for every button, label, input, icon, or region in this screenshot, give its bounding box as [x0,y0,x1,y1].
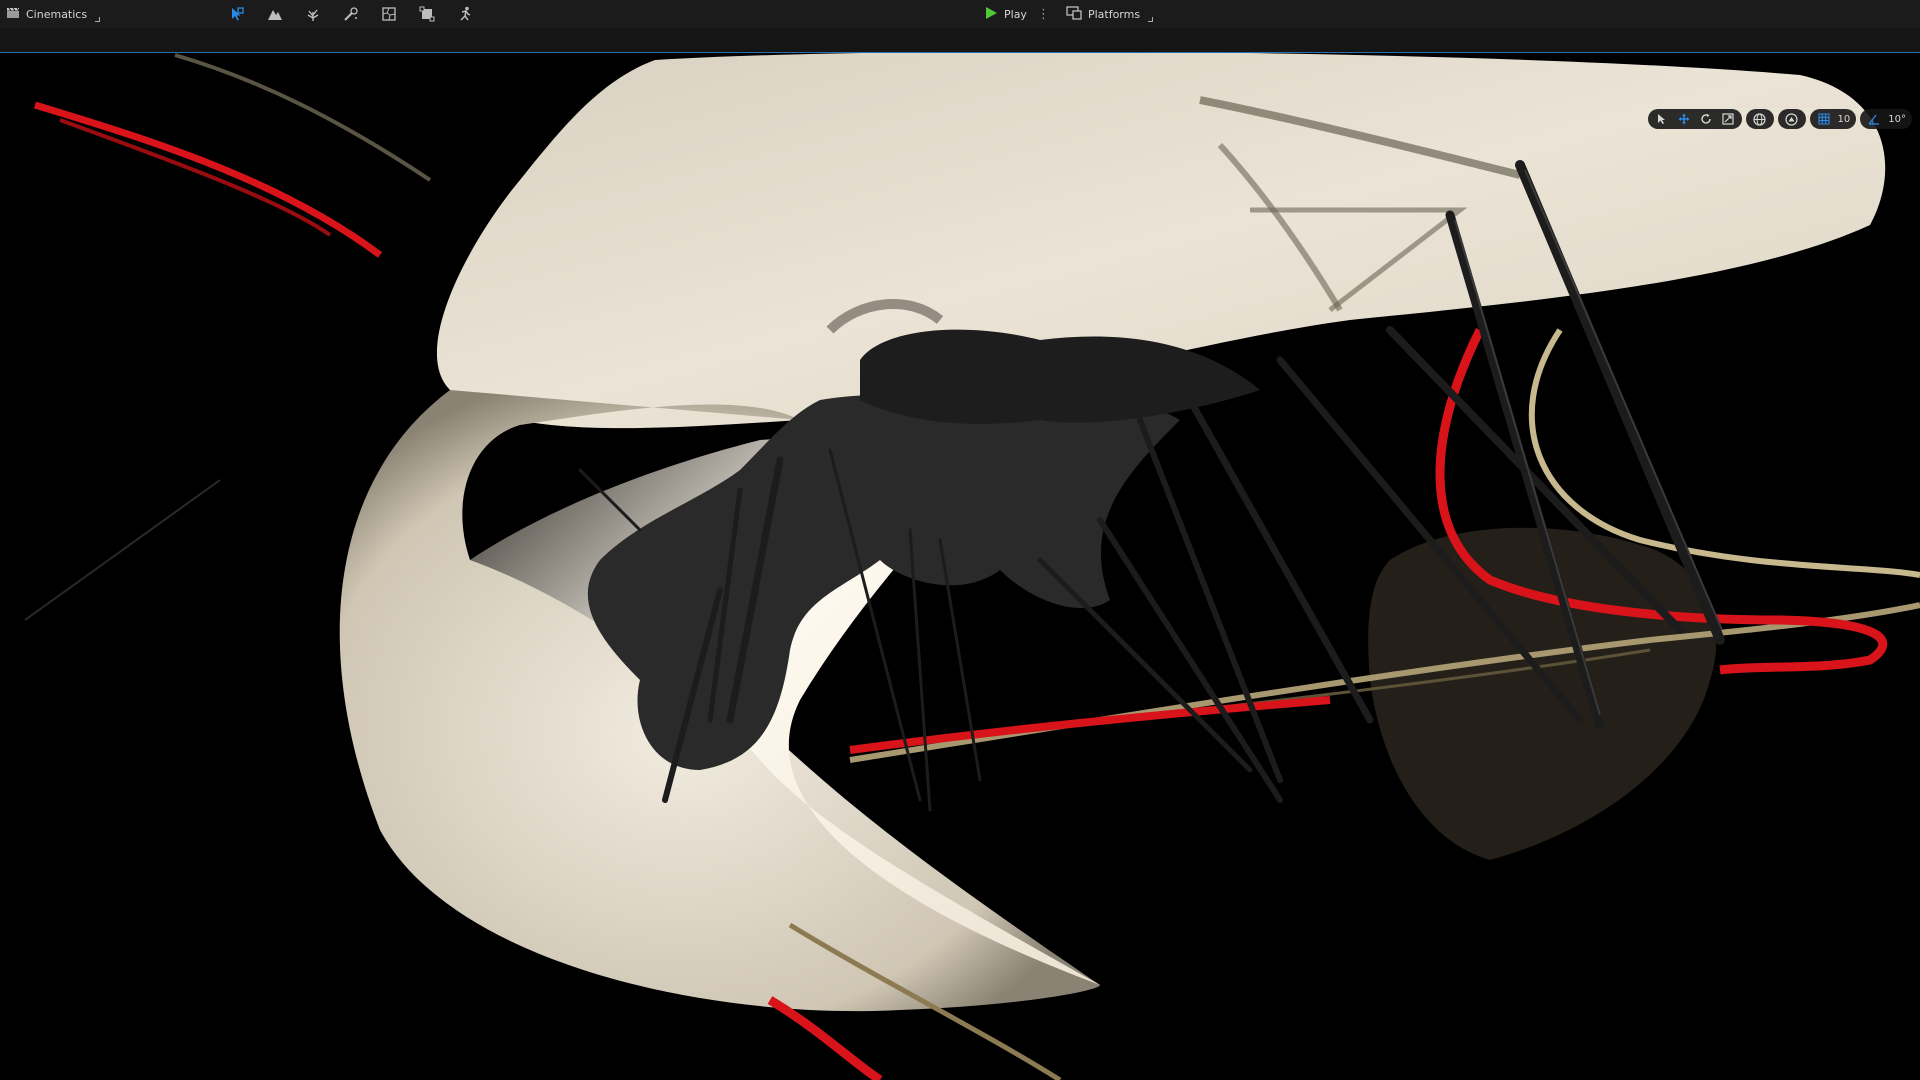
fracture-mode-icon[interactable] [378,3,400,25]
cinematics-button[interactable]: Cinematics [6,0,101,28]
cinematics-label: Cinematics [26,7,88,21]
dropdown-corner-icon [1148,16,1154,22]
coordinate-space-toggle[interactable] [1745,109,1774,129]
select-mode-icon[interactable] [226,3,248,25]
platforms-label: Platforms [1087,7,1141,21]
move-tool-icon[interactable] [1676,111,1692,127]
surface-snap-icon [1784,111,1800,127]
play-options-icon[interactable]: ⋮ [1037,7,1050,22]
clapperboard-icon [6,7,20,22]
play-controls: Play ⋮ Platforms [984,0,1154,28]
play-button[interactable]: Play [1004,8,1027,21]
platforms-icon [1066,5,1082,23]
select-tool-icon[interactable] [1654,111,1670,127]
mode-toolbar [226,0,476,28]
animation-mode-icon[interactable] [454,3,476,25]
viewport-toolbar: 10 10° [1647,109,1912,129]
rotation-snap-control[interactable]: 10° [1860,109,1912,129]
viewport-tab-bar [0,28,1920,53]
main-toolbar: Cinematics Play ⋮ Platforms [0,0,1920,29]
platforms-button[interactable]: Platforms [1066,5,1154,23]
modeling-mode-icon[interactable] [416,3,438,25]
grid-snap-icon [1816,111,1832,127]
rotate-tool-icon[interactable] [1698,111,1714,127]
level-viewport[interactable]: 10 10° [0,53,1920,1080]
grid-snap-control[interactable]: 10 [1809,109,1857,129]
surface-snap-toggle[interactable] [1777,109,1806,129]
landscape-mode-icon[interactable] [264,3,286,25]
grid-snap-value: 10 [1837,113,1851,125]
globe-icon [1752,111,1768,127]
play-icon[interactable] [984,6,998,23]
foliage-mode-icon[interactable] [302,3,324,25]
rotation-snap-value: 10° [1888,113,1906,125]
transform-tools [1647,109,1742,129]
mesh-paint-mode-icon[interactable] [340,3,362,25]
scale-tool-icon[interactable] [1720,111,1736,127]
dropdown-corner-icon [95,16,101,22]
rotation-snap-icon [1866,111,1882,127]
scene-render [0,53,1920,1080]
